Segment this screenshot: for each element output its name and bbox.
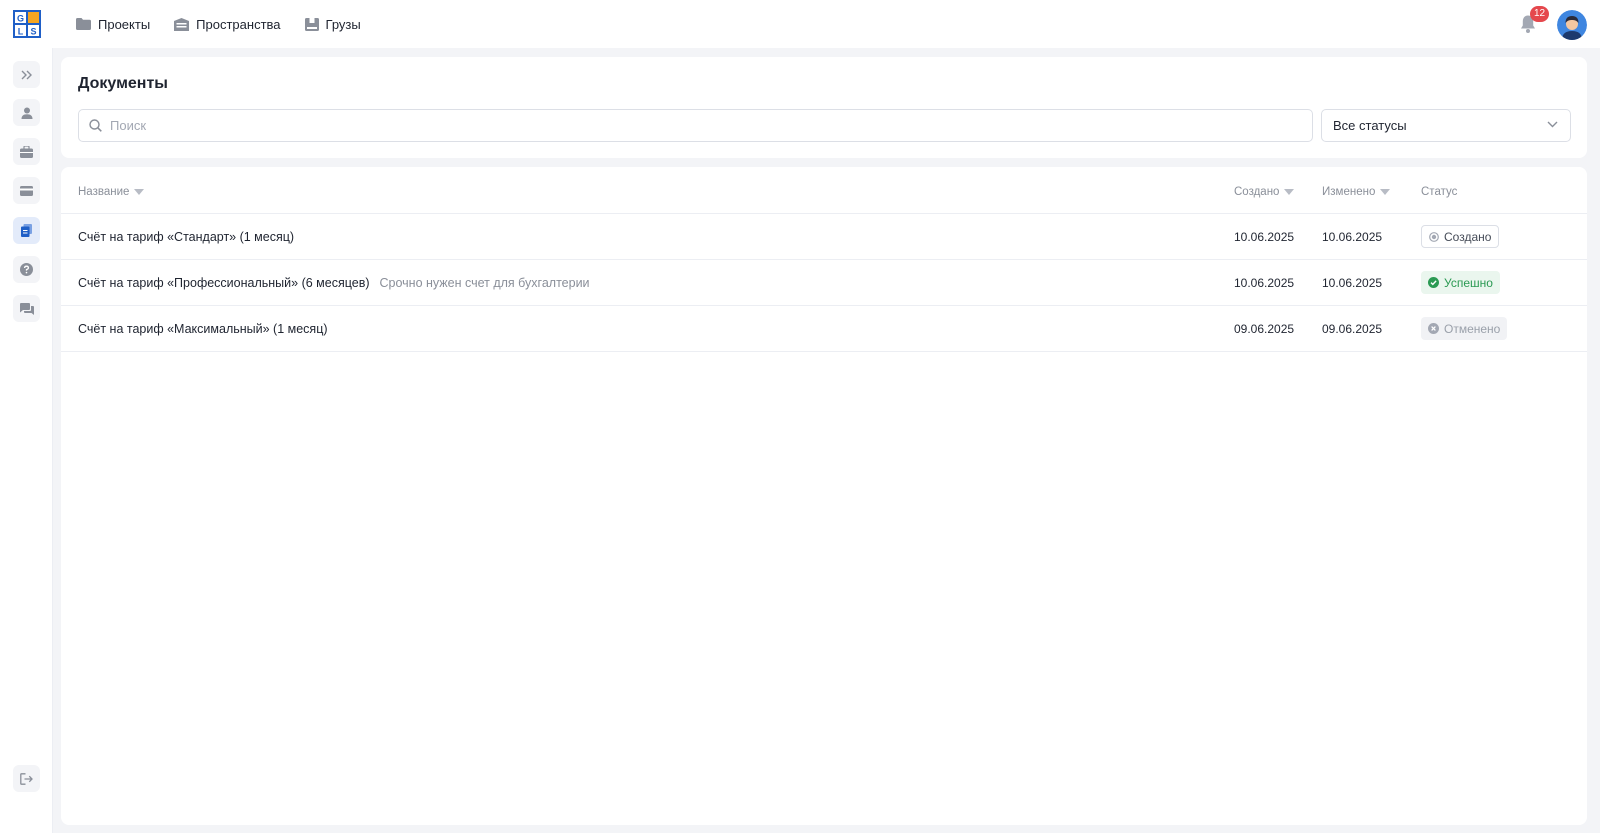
modified-date: 10.06.2025: [1322, 229, 1383, 244]
table-row[interactable]: Счёт на тариф «Стандарт» (1 месяц) 10.06…: [61, 214, 1587, 260]
chevron-down-icon: [1547, 121, 1558, 128]
top-bar: G L S Проекты Пространства Грузы 12: [0, 0, 1600, 48]
card-icon: [20, 185, 33, 196]
document-name: Счёт на тариф «Стандарт» (1 месяц): [78, 229, 295, 244]
document-name-cell: Счёт на тариф «Стандарт» (1 месяц): [78, 214, 294, 259]
search-input[interactable]: [110, 118, 1300, 133]
modified-date: 10.06.2025: [1322, 275, 1383, 290]
nav-projects[interactable]: Проекты: [76, 17, 150, 32]
avatar-image: [1557, 10, 1587, 40]
created-date: 10.06.2025: [1234, 229, 1295, 244]
warehouse-icon: [174, 17, 190, 31]
top-navigation: Проекты Пространства Грузы: [76, 0, 385, 48]
radio-dot-icon: [1429, 231, 1439, 242]
status-badge: Успешно: [1421, 271, 1500, 294]
modified-date: 09.06.2025: [1322, 321, 1383, 336]
status-label: Успешно: [1444, 275, 1493, 290]
user-icon: [21, 107, 32, 119]
document-name-cell: Счёт на тариф «Максимальный» (1 месяц): [78, 306, 328, 351]
logout-button[interactable]: [13, 765, 40, 792]
created-date: 10.06.2025: [1234, 275, 1295, 290]
nav-spaces[interactable]: Пространства: [174, 16, 281, 32]
sidebar-item-business[interactable]: [13, 138, 40, 165]
document-name-cell: Счёт на тариф «Профессиональный» (6 меся…: [78, 260, 590, 305]
column-header-modified-label: Изменено: [1322, 186, 1376, 198]
x-circle-icon: [1428, 323, 1439, 334]
nav-spaces-label: Пространства: [196, 16, 281, 32]
column-header-name-label: Название: [78, 186, 130, 198]
column-header-name[interactable]: Название: [78, 186, 145, 198]
chat-icon: [19, 302, 34, 315]
document-name: Счёт на тариф «Максимальный» (1 месяц): [78, 321, 328, 336]
check-circle-icon: [1428, 277, 1439, 288]
sort-down-icon: [1380, 189, 1391, 195]
sort-down-icon: [1284, 189, 1295, 195]
svg-text:S: S: [30, 27, 36, 37]
status-cell: Успешно: [1421, 260, 1500, 305]
nav-cargo-label: Грузы: [325, 16, 361, 32]
column-header-created[interactable]: Создано: [1234, 186, 1295, 198]
page-title: Документы: [78, 75, 168, 92]
sidebar-item-help[interactable]: [13, 256, 40, 283]
sidebar-expand-button[interactable]: [13, 61, 40, 88]
column-header-modified[interactable]: Изменено: [1322, 186, 1391, 198]
created-date: 09.06.2025: [1234, 321, 1295, 336]
notification-count-badge: 12: [1530, 6, 1550, 22]
status-label: Отменено: [1444, 321, 1501, 336]
status-label: Создано: [1444, 229, 1492, 244]
documents-table: Название Создано Изменено Статус Счёт на…: [61, 167, 1587, 825]
svg-text:G: G: [17, 14, 24, 24]
folder-icon: [76, 18, 91, 30]
status-badge: Отменено: [1421, 317, 1508, 340]
sidebar: [0, 48, 53, 833]
documents-icon: [21, 224, 32, 237]
box-icon: [304, 17, 319, 31]
column-header-created-label: Создано: [1234, 186, 1280, 198]
sort-down-icon: [134, 189, 145, 195]
briefcase-icon: [20, 145, 33, 158]
svg-text:L: L: [18, 27, 24, 37]
column-header-status: Статус: [1421, 186, 1457, 198]
status-badge: Создано: [1421, 225, 1500, 248]
logout-icon: [20, 772, 33, 785]
user-avatar[interactable]: [1557, 10, 1587, 40]
document-note: Срочно нужен счет для бухгалтерии: [379, 275, 590, 290]
gls-logo[interactable]: G L S: [13, 10, 41, 38]
sidebar-item-billing[interactable]: [13, 177, 40, 204]
table-row[interactable]: Счёт на тариф «Профессиональный» (6 меся…: [61, 260, 1587, 306]
nav-cargo[interactable]: Грузы: [304, 16, 361, 32]
sidebar-item-profile[interactable]: [13, 99, 40, 126]
table-row[interactable]: Счёт на тариф «Максимальный» (1 месяц) 0…: [61, 306, 1587, 352]
search-box[interactable]: [78, 109, 1313, 142]
status-filter-select[interactable]: Все статусы: [1321, 109, 1571, 142]
documents-header-card: Документы Все статусы: [61, 57, 1587, 158]
sidebar-item-documents[interactable]: [13, 217, 40, 244]
status-cell: Отменено: [1421, 306, 1508, 351]
document-name: Счёт на тариф «Профессиональный» (6 меся…: [78, 275, 370, 290]
status-filter-value: Все статусы: [1333, 118, 1407, 133]
nav-projects-label: Проекты: [98, 16, 151, 32]
help-icon: [20, 263, 33, 276]
search-icon: [89, 119, 102, 132]
column-header-status-label: Статус: [1421, 186, 1458, 198]
status-cell: Создано: [1421, 214, 1500, 259]
expand-icon: [21, 70, 32, 79]
sidebar-item-chat[interactable]: [13, 295, 40, 322]
